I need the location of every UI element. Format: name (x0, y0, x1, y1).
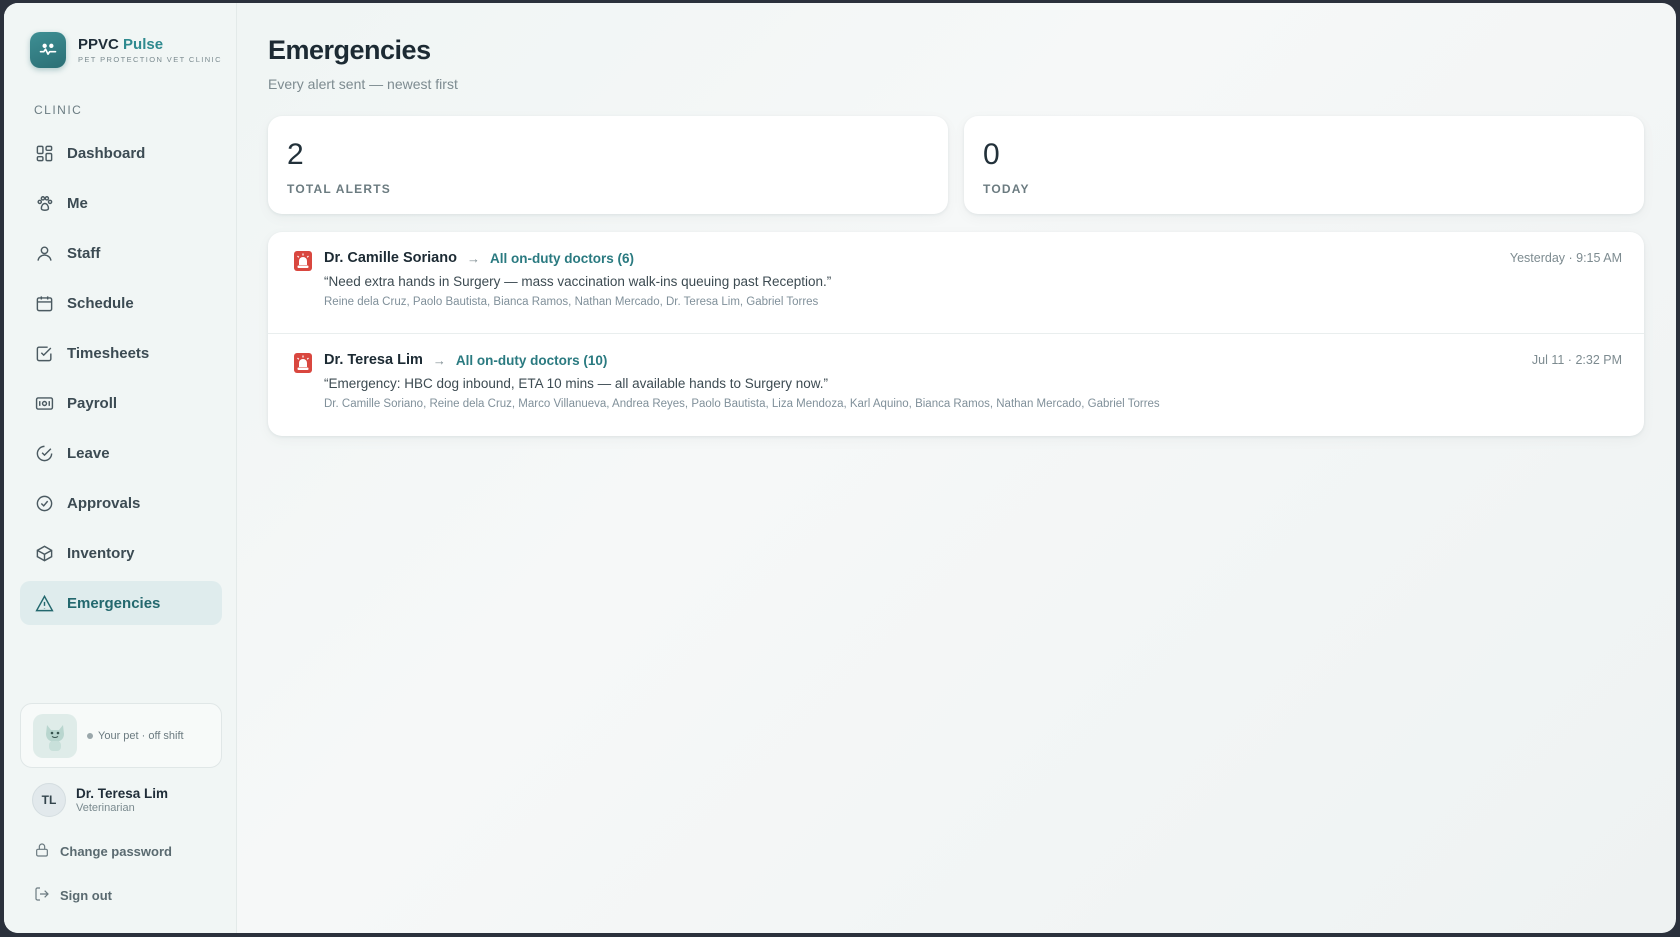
change-password-link[interactable]: Change password (34, 842, 172, 861)
pulse-logo-icon (30, 32, 66, 68)
alert-recipients: Dr. Camille Soriano, Reine dela Cruz, Ma… (324, 398, 1160, 410)
sidebar-item-label: Me (67, 194, 88, 212)
nav-section-label: CLINIC (34, 103, 83, 117)
warning-icon (34, 593, 54, 613)
sidebar-item-dashboard[interactable]: Dashboard (20, 131, 222, 175)
sidebar-item-label: Inventory (67, 544, 135, 562)
sidebar-item-leave[interactable]: Leave (20, 431, 222, 475)
sidebar-item-approvals[interactable]: Approvals (20, 481, 222, 525)
sidebar-item-emergencies[interactable]: Emergencies (20, 581, 222, 625)
list-item[interactable]: Dr. Camille Soriano → All on-duty doctor… (268, 232, 1644, 333)
sidebar-item-label: Dashboard (67, 144, 146, 162)
main-content: Emergencies Every alert sent — newest fi… (237, 3, 1676, 933)
stat-label: TOTAL ALERTS (287, 182, 391, 196)
brand[interactable]: PPVC Pulse PET PROTECTION VET CLINIC (30, 32, 222, 68)
alert-message: “Need extra hands in Surgery — mass vacc… (324, 274, 832, 289)
sidebar-item-payroll[interactable]: Payroll (20, 381, 222, 425)
alert-timestamp: Jul 11 · 2:32 PM (1531, 353, 1622, 367)
sidebar: PPVC Pulse PET PROTECTION VET CLINIC CLI… (4, 3, 237, 933)
siren-icon (294, 353, 312, 373)
sidebar-item-label: Schedule (67, 294, 134, 312)
page-subtitle: Every alert sent — newest first (268, 76, 458, 92)
arrow-right-icon: → (466, 250, 480, 266)
sidebar-item-timesheets[interactable]: Timesheets (20, 331, 222, 375)
user-role: Veterinarian (76, 802, 135, 814)
alerts-list: Dr. Camille Soriano → All on-duty doctor… (268, 232, 1644, 436)
alert-recipients: Reine dela Cruz, Paolo Bautista, Bianca … (324, 296, 819, 308)
alert-sender: Dr. Teresa Lim (324, 352, 423, 368)
stat-card-total-alerts: 2 TOTAL ALERTS (268, 116, 948, 214)
siren-icon (294, 251, 312, 271)
page-title: Emergencies (268, 35, 431, 65)
stat-value: 0 (983, 138, 1000, 171)
user-icon (34, 243, 54, 263)
sign-out-icon (34, 886, 50, 905)
pet-status-text: Your pet · off shift (87, 730, 184, 742)
sidebar-item-schedule[interactable]: Schedule (20, 281, 222, 325)
pet-status-card[interactable]: Your pet · off shift (20, 703, 222, 768)
sidebar-item-label: Leave (67, 444, 110, 462)
stat-value: 2 (287, 138, 304, 171)
alert-timestamp: Yesterday · 9:15 AM (1509, 251, 1622, 265)
paw-icon (34, 193, 54, 213)
pet-cat-icon (33, 713, 77, 758)
sidebar-item-label: Approvals (67, 494, 141, 512)
list-item[interactable]: Dr. Teresa Lim → All on-duty doctors (10… (268, 333, 1644, 434)
sidebar-item-label: Timesheets (67, 344, 150, 362)
avatar: TL (32, 783, 66, 817)
banknote-icon (34, 393, 54, 413)
arrow-right-icon: → (432, 352, 446, 368)
sidebar-item-me[interactable]: Me (20, 181, 222, 225)
calendar-icon (34, 293, 54, 313)
user-profile[interactable]: TL Dr. Teresa Lim Veterinarian (32, 783, 168, 817)
sign-out-link[interactable]: Sign out (34, 886, 112, 905)
sidebar-nav: Dashboard Me Staff Schedule Timesheets P… (20, 131, 222, 631)
leave-icon (34, 443, 54, 463)
alert-target[interactable]: All on-duty doctors (10) (456, 353, 608, 368)
sidebar-item-label: Emergencies (67, 594, 161, 612)
stat-card-today: 0 TODAY (964, 116, 1644, 214)
sidebar-item-staff[interactable]: Staff (20, 231, 222, 275)
grid-icon (34, 143, 54, 163)
app-window: PPVC Pulse PET PROTECTION VET CLINIC CLI… (4, 3, 1676, 933)
box-icon (34, 543, 54, 563)
status-dot-icon (87, 732, 93, 739)
alert-sender: Dr. Camille Soriano (324, 250, 457, 266)
sidebar-item-label: Staff (67, 244, 101, 262)
brand-name: PPVC Pulse (78, 35, 164, 53)
sidebar-item-inventory[interactable]: Inventory (20, 531, 222, 575)
checkbox-icon (34, 343, 54, 363)
alert-message: “Emergency: HBC dog inbound, ETA 10 mins… (324, 376, 829, 391)
check-circle-icon (34, 493, 54, 513)
lock-icon (34, 842, 50, 861)
user-name: Dr. Teresa Lim (76, 786, 169, 801)
alert-target[interactable]: All on-duty doctors (6) (490, 251, 634, 266)
brand-subtitle: PET PROTECTION VET CLINIC (78, 54, 222, 64)
sidebar-item-label: Payroll (67, 394, 118, 412)
stat-label: TODAY (983, 182, 1030, 196)
